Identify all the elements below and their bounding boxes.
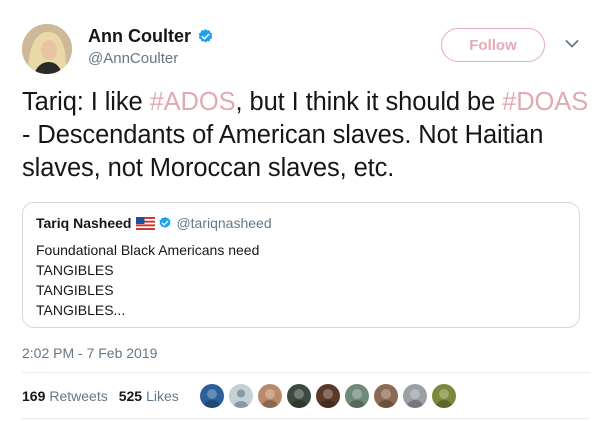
quoted-verified-badge-icon — [159, 216, 171, 228]
quoted-author-handle: @tariqnasheed — [176, 215, 272, 231]
author-name-row: Ann Coulter — [88, 26, 214, 47]
follow-button[interactable]: Follow — [441, 28, 545, 62]
divider — [22, 418, 590, 419]
tweet-text-segment: , but I think it should be — [235, 88, 503, 116]
quoted-tweet-text: Foundational Black Americans need TANGIB… — [36, 240, 259, 320]
liker-avatar-2-default-icon[interactable] — [229, 384, 253, 408]
chevron-down-icon[interactable] — [565, 39, 579, 49]
quoted-tweet-header: Tariq Nasheed @tariqnasheed — [36, 215, 272, 231]
us-flag-icon — [136, 216, 156, 230]
likes-label: Likes — [146, 388, 179, 404]
retweets-stat[interactable]: 169 Retweets — [22, 388, 108, 404]
liker-avatar-9-icon[interactable] — [432, 384, 456, 408]
hashtag-link-ados[interactable]: #ADOS — [150, 88, 236, 116]
quoted-tweet-line: TANGIBLES — [36, 282, 114, 298]
tweet-text-segment: - Descendants of American slaves. Not Ha… — [22, 121, 544, 182]
quoted-author-name: Tariq Nasheed — [36, 215, 132, 231]
liker-avatar-3-icon[interactable] — [258, 384, 282, 408]
quoted-tweet-card[interactable]: Tariq Nasheed @tariqnasheed Foundational… — [22, 202, 580, 328]
quoted-tweet-line: TANGIBLES... — [36, 302, 126, 318]
tweet-stats: 169 Retweets 525 Likes — [22, 388, 190, 404]
retweets-count: 169 — [22, 388, 46, 404]
likes-stat[interactable]: 525 Likes — [119, 388, 179, 404]
retweets-label: Retweets — [49, 388, 108, 404]
liker-avatar-5-icon[interactable] — [316, 384, 340, 408]
likes-count: 525 — [118, 388, 143, 404]
tweet-text: Tariq: I like #ADOS, but I think it shou… — [22, 86, 592, 185]
author-handle[interactable]: @AnnCoulter — [88, 50, 178, 67]
liker-avatar-6-icon[interactable] — [345, 384, 369, 408]
liker-avatar-8-icon[interactable] — [403, 384, 427, 408]
quoted-tweet-line: Foundational Black Americans need — [36, 242, 260, 258]
tweet-text-segment: Tariq: I like — [22, 88, 150, 116]
divider — [22, 372, 590, 373]
tweet-timestamp[interactable]: 2:02 PM - 7 Feb 2019 — [22, 345, 157, 361]
quoted-tweet-line: TANGIBLES — [36, 262, 114, 278]
profile-photo-icon — [22, 24, 72, 74]
liker-avatar-1-icon[interactable] — [200, 384, 224, 408]
hashtag-link-doas[interactable]: #DOAS — [502, 88, 588, 116]
liker-avatar-4-icon[interactable] — [287, 384, 311, 408]
liker-avatar-7-icon[interactable] — [374, 384, 398, 408]
likers-avatars — [200, 384, 461, 408]
author-avatar[interactable] — [22, 24, 72, 74]
verified-badge-icon — [198, 29, 213, 43]
author-display-name[interactable]: Ann Coulter — [88, 26, 191, 47]
